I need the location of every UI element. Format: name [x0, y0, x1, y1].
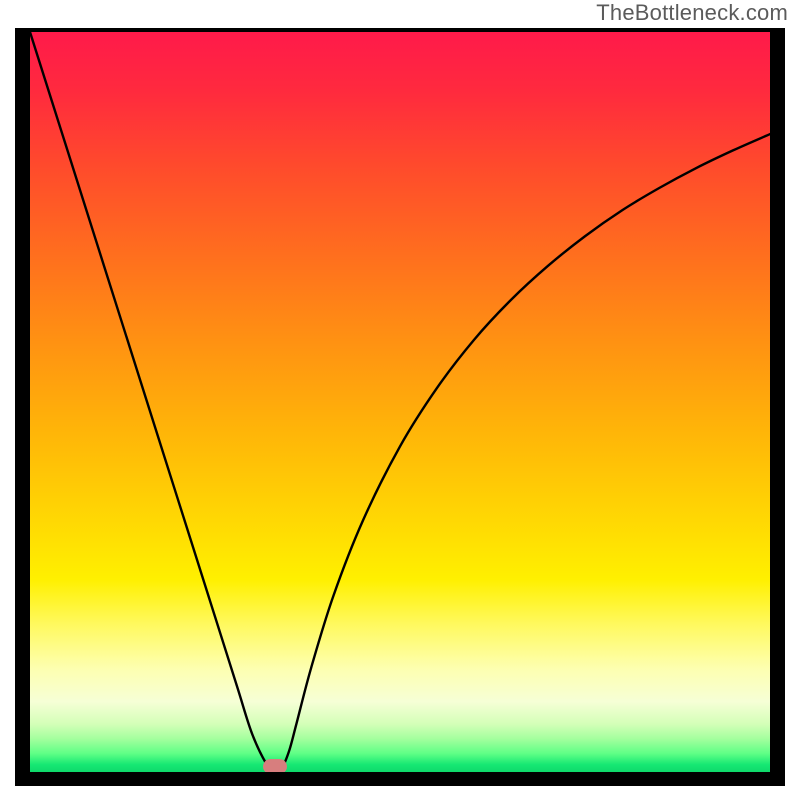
chart-frame: [15, 28, 785, 786]
watermark-text: TheBottleneck.com: [596, 0, 788, 26]
plot-area: [30, 32, 770, 772]
chart-svg: [30, 32, 770, 772]
gradient-background: [30, 32, 770, 772]
canvas: TheBottleneck.com: [0, 0, 800, 800]
optimal-point-marker: [263, 759, 287, 772]
